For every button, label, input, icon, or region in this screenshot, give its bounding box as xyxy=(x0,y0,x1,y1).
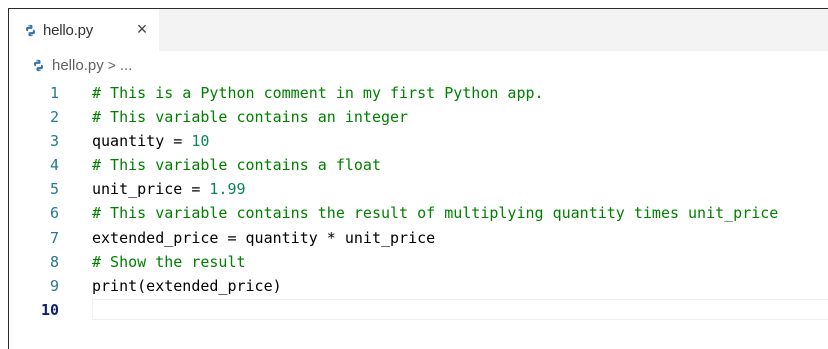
line-number: 9 xyxy=(49,276,59,295)
line-number: 8 xyxy=(49,252,59,271)
code-line[interactable]: 4 # This variable contains a float xyxy=(9,153,828,177)
tab-bar: hello.py × xyxy=(9,9,828,51)
breadcrumb-symbols[interactable]: ... xyxy=(120,57,133,74)
code-line[interactable]: 1 # This is a Python comment in my first … xyxy=(9,81,828,105)
line-number: 5 xyxy=(49,180,59,199)
python-file-icon xyxy=(34,59,43,71)
code-line[interactable]: 10 xyxy=(9,298,828,322)
line-text: print(extended_price) xyxy=(92,274,282,298)
plain-token: extended_price = quantity * unit_price xyxy=(92,228,436,247)
line-text: # This is a Python comment in my first P… xyxy=(92,81,544,105)
code-line[interactable]: 5 unit_price = 1.99 xyxy=(9,177,828,201)
tab-label: hello.py xyxy=(43,21,94,39)
number-token: 1.99 xyxy=(209,180,246,199)
line-number: 3 xyxy=(49,132,59,151)
line-number: 10 xyxy=(40,300,59,319)
line-number: 4 xyxy=(49,156,59,175)
code-line[interactable]: 3 quantity = 10 xyxy=(9,129,828,153)
line-text: unit_price = 1.99 xyxy=(92,177,246,201)
code-line[interactable]: 2 # This variable contains an integer xyxy=(9,105,828,129)
tab-hello-py[interactable]: hello.py × xyxy=(9,9,159,51)
python-file-icon xyxy=(26,24,35,36)
comment-token: # This is a Python comment in my first P… xyxy=(92,84,544,102)
line-number: 7 xyxy=(49,228,59,247)
line-text: extended_price = quantity * unit_price xyxy=(92,226,435,250)
line-text: # This variable contains the result of m… xyxy=(92,201,778,225)
breadcrumb: hello.py > ... xyxy=(9,51,828,79)
code-line[interactable]: 9 print(extended_price) xyxy=(9,274,828,298)
code-line[interactable]: 6 # This variable contains the result of … xyxy=(9,201,828,225)
line-number: 1 xyxy=(49,84,59,102)
comment-token: # This variable contains the result of m… xyxy=(92,204,779,223)
plain-token: quantity = xyxy=(92,132,192,151)
breadcrumb-separator: > xyxy=(107,57,116,73)
current-line-highlight xyxy=(92,298,828,320)
breadcrumb-file[interactable]: hello.py xyxy=(52,57,104,74)
comment-token: # This variable contains an integer xyxy=(92,108,409,127)
number-token: 10 xyxy=(191,132,210,151)
line-text: # This variable contains an integer xyxy=(92,105,408,129)
comment-token: # This variable contains a float xyxy=(92,156,381,175)
close-icon[interactable]: × xyxy=(133,20,151,38)
comment-token: # Show the result xyxy=(92,252,246,271)
code-line[interactable]: 8 # Show the result xyxy=(9,250,828,274)
line-number: 6 xyxy=(49,204,59,223)
editor-window: hello.py × hello.py > ... 1 # This is a P… xyxy=(8,8,828,349)
code-editor[interactable]: 1 # This is a Python comment in my first … xyxy=(9,81,828,322)
line-number: 2 xyxy=(49,108,59,127)
line-text: quantity = 10 xyxy=(92,129,209,153)
code-line[interactable]: 7 extended_price = quantity * unit_price xyxy=(9,226,828,250)
line-text: # Show the result xyxy=(92,250,246,274)
line-text: # This variable contains a float xyxy=(92,153,381,177)
plain-token: unit_price = xyxy=(92,180,210,199)
plain-token: print(extended_price) xyxy=(92,276,282,295)
